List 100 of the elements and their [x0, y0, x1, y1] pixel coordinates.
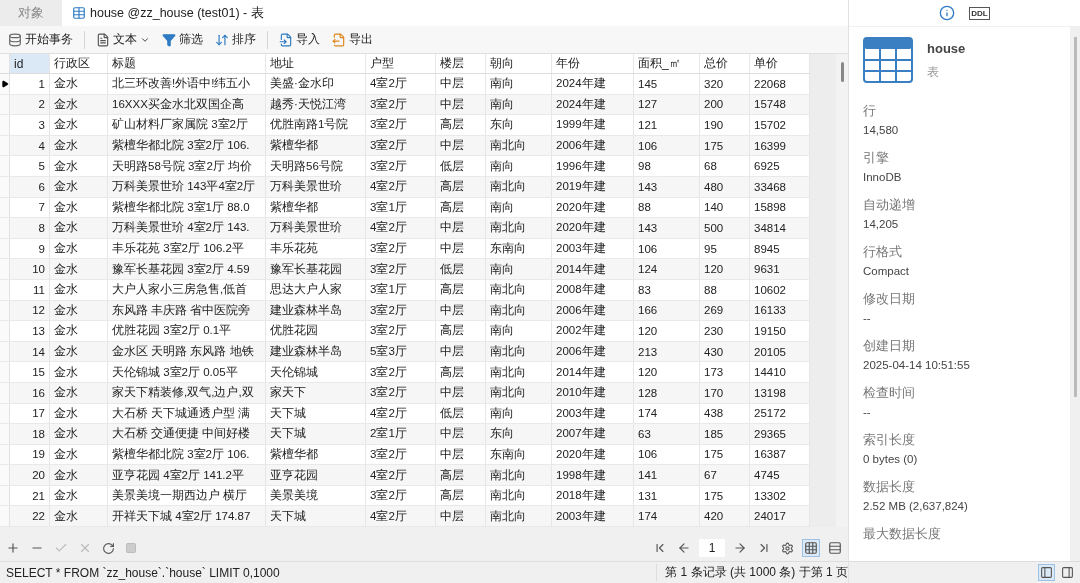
table-cell: 金水: [50, 156, 108, 176]
table-cell: 3室2厅: [366, 238, 436, 259]
table-cell: 106: [634, 238, 700, 259]
table-cell: 金水区 天明路 东风路 地铁: [108, 341, 266, 362]
table-cell: 2010年建: [552, 382, 634, 403]
table-cell: 29365: [750, 424, 810, 444]
table-cell: 万科美景世玠: [266, 176, 366, 197]
table-cell: 8945: [750, 238, 810, 259]
table-cell: 15748: [750, 94, 810, 115]
table-cell: 天下城: [266, 506, 366, 527]
page-number-field[interactable]: 1: [699, 539, 725, 557]
stop-icon[interactable]: [123, 540, 139, 556]
table-cell: 2007年建: [552, 424, 634, 444]
table-cell: 121: [634, 115, 700, 135]
form-view-icon[interactable]: [826, 539, 844, 557]
table-cell: 北三环改善!外语中!纬五小: [108, 74, 266, 94]
table-cell: 天伦锦城: [266, 362, 366, 382]
table-cell: 2024年建: [552, 94, 634, 115]
table-cell: 174: [634, 403, 700, 424]
table-cell: 14: [10, 341, 50, 362]
table-cell: 2: [10, 94, 50, 115]
table-cell: 143: [634, 218, 700, 238]
table-cell: 南北向: [486, 465, 552, 485]
info-icon[interactable]: [939, 5, 956, 21]
table-icon: [863, 37, 913, 83]
table-cell: 15702: [750, 115, 810, 135]
table-cell: 万科美景世玠 4室2厅 143.: [108, 218, 266, 238]
table-cell: 174: [634, 506, 700, 527]
toolbar-button[interactable]: 文本: [92, 29, 154, 50]
toolbar-button[interactable]: 导出: [328, 29, 377, 50]
tab[interactable]: house @zz_house (test01) - 表: [62, 0, 274, 26]
property-value: 14,205: [863, 218, 900, 230]
table-cell: 106: [634, 444, 700, 465]
table-cell: 南北向: [486, 506, 552, 527]
left-panel-icon[interactable]: [1038, 564, 1055, 581]
table-cell: 金水: [50, 465, 108, 485]
table-cell: 500: [700, 218, 750, 238]
property-value: 0 bytes (0): [863, 453, 919, 465]
table-cell: 中层: [436, 300, 486, 321]
table-cell: 紫檀华都北院 3室2厅 106.: [108, 444, 266, 465]
table-cell: 5: [10, 156, 50, 176]
table-cell: 中层: [436, 424, 486, 444]
ddl-icon[interactable]: DDL: [969, 6, 990, 20]
property-label: 行: [863, 103, 877, 120]
property-value: --: [863, 312, 872, 324]
table-cell: 天下城: [266, 403, 366, 424]
table-cell: 2018年建: [552, 485, 634, 506]
table-cell: 南向: [486, 321, 552, 341]
table-cell: 9: [10, 238, 50, 259]
toolbar-button[interactable]: 筛选: [158, 29, 207, 50]
table-cell: 美景美境一期西边户 横厅: [108, 485, 266, 506]
table-cell: 东南向: [486, 444, 552, 465]
table-cell: 24017: [750, 506, 810, 527]
table-cell: 88: [700, 279, 750, 300]
table-cell: 88: [634, 197, 700, 218]
property-value: 2.52 MB (2,637,824): [863, 500, 969, 512]
table-cell: 金水: [50, 218, 108, 238]
table-cell: 低层: [436, 156, 486, 176]
table-cell: 南向: [486, 74, 552, 94]
table-cell: 83: [634, 279, 700, 300]
table-cell: 南向: [486, 197, 552, 218]
table-cell: 10602: [750, 279, 810, 300]
column-header[interactable]: id: [10, 54, 50, 73]
right-panel-icon[interactable]: [1059, 564, 1076, 581]
table-cell: 豫军长基花园 3室2厅 4.59: [108, 259, 266, 279]
table-cell: 金水: [50, 197, 108, 218]
table-cell: 金水: [50, 238, 108, 259]
table-cell: 173: [700, 362, 750, 382]
table-cell: 优胜南路1号院: [266, 115, 366, 135]
table-cell: 106: [634, 135, 700, 156]
table-cell: 170: [700, 382, 750, 403]
toolbar-button[interactable]: 导入: [275, 29, 324, 50]
table-cell: 南北向: [486, 176, 552, 197]
table-cell: 3室2厅: [366, 485, 436, 506]
table-cell: 3: [10, 115, 50, 135]
table-cell: 优胜花园 3室2厅 0.1平: [108, 321, 266, 341]
table-cell: 98: [634, 156, 700, 176]
table-cell: 1998年建: [552, 465, 634, 485]
table-cell: 中层: [436, 382, 486, 403]
property-label: 行格式: [863, 244, 903, 261]
table-cell: 金水: [50, 135, 108, 156]
table-cell: 天伦锦城 3室2厅 0.05平: [108, 362, 266, 382]
grid-view-icon[interactable]: [802, 539, 820, 557]
table-cell: 3室2厅: [366, 94, 436, 115]
row-header[interactable]: [0, 74, 10, 94]
toolbar-button[interactable]: 开始事务: [4, 29, 77, 50]
toolbar-button[interactable]: 排序: [211, 29, 260, 50]
table-cell: 13: [10, 321, 50, 341]
table-cell: 开祥天下城 4室2厅 174.87: [108, 506, 266, 527]
table-cell: 家天下: [266, 382, 366, 403]
table-cell: 63: [634, 424, 700, 444]
table-cell: 金水: [50, 341, 108, 362]
table-cell: 南北向: [486, 279, 552, 300]
table-cell: 2003年建: [552, 506, 634, 527]
table-cell: 2006年建: [552, 300, 634, 321]
table-cell: 紫檀华都: [266, 444, 366, 465]
table-cell: 420: [700, 506, 750, 527]
table-cell: 1: [10, 74, 50, 94]
table-cell: 438: [700, 403, 750, 424]
settings-icon[interactable]: [779, 539, 796, 557]
